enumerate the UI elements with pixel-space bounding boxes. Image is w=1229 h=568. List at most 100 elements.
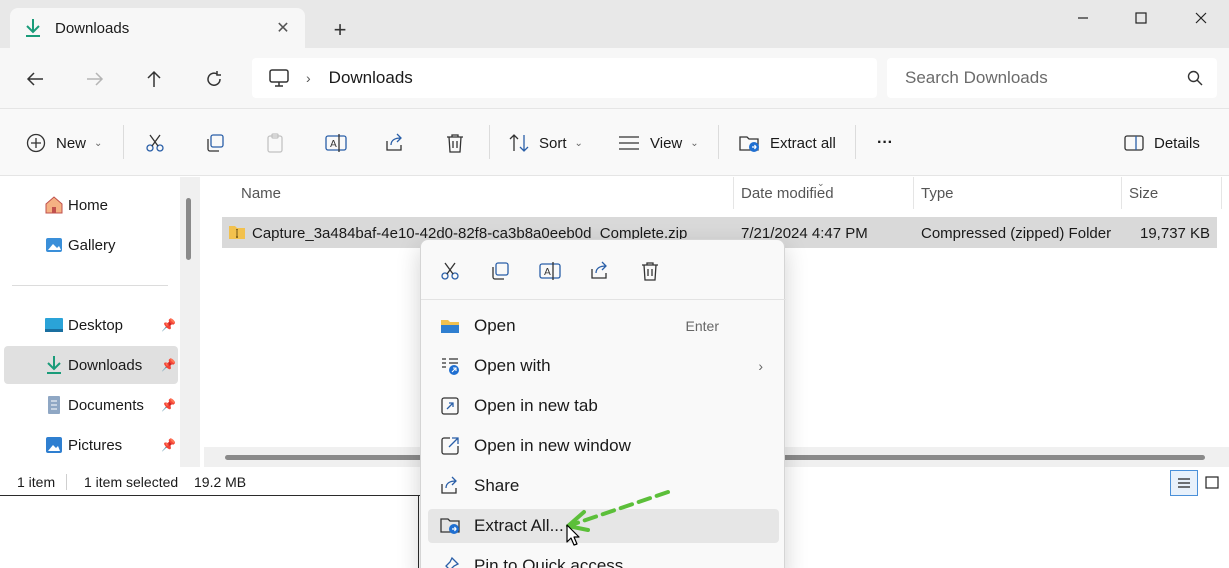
tiles-view-icon: [1205, 476, 1219, 489]
column-header-size[interactable]: Size: [1129, 185, 1158, 202]
ctx-share-button[interactable]: [589, 260, 611, 282]
menu-item-label: Open with: [474, 356, 551, 375]
share-button[interactable]: [385, 129, 405, 157]
sort-button[interactable]: Sort ⌄: [508, 129, 583, 157]
rename-button[interactable]: A: [325, 129, 347, 157]
menu-item-label: Open in new window: [474, 436, 631, 455]
pin-icon[interactable]: 📌: [161, 318, 176, 332]
ctx-copy-button[interactable]: [489, 260, 511, 282]
ctx-rename-button[interactable]: A: [539, 260, 561, 282]
rename-icon: A: [539, 262, 561, 280]
paste-button[interactable]: [265, 129, 285, 157]
chevron-right-icon[interactable]: ›: [306, 70, 311, 86]
back-button[interactable]: [20, 64, 50, 94]
ctx-delete-button[interactable]: [639, 260, 661, 282]
view-button[interactable]: View ⌄: [618, 129, 699, 157]
column-divider[interactable]: [913, 177, 914, 209]
menu-item-open[interactable]: Open Enter: [428, 309, 779, 343]
breadcrumb-downloads[interactable]: Downloads: [329, 68, 413, 88]
new-tab-button[interactable]: +: [328, 17, 352, 42]
tab-title: Downloads: [55, 19, 130, 37]
extract-icon: [440, 518, 460, 534]
share-icon: [591, 261, 607, 279]
tab-downloads[interactable]: Downloads ✕: [10, 8, 305, 48]
search-input[interactable]: Search Downloads: [887, 58, 1217, 98]
extract-all-button[interactable]: Extract all: [739, 129, 836, 157]
search-icon: [1187, 70, 1203, 86]
file-type: Compressed (zipped) Folder: [921, 225, 1112, 242]
pin-icon[interactable]: 📌: [161, 438, 176, 452]
column-divider[interactable]: [1121, 177, 1122, 209]
sort-indicator-icon: ⌄: [817, 178, 825, 188]
menu-item-label: Open: [474, 316, 516, 335]
tiles-view-button[interactable]: [1198, 470, 1226, 496]
sidebar-scroll-thumb[interactable]: [186, 198, 191, 260]
sidebar-item-label: Downloads: [68, 356, 143, 374]
shortcut-hint: Enter: [685, 318, 719, 334]
close-window-button[interactable]: [1178, 4, 1224, 32]
sidebar-item-gallery[interactable]: Gallery: [4, 226, 178, 264]
new-button[interactable]: New ⌄: [26, 129, 102, 157]
maximize-button[interactable]: [1118, 4, 1164, 32]
open-with-icon: [442, 358, 459, 375]
refresh-icon: [207, 71, 221, 86]
chevron-down-icon: ⌄: [690, 137, 699, 149]
refresh-button[interactable]: [199, 64, 229, 94]
search-placeholder: Search Downloads: [905, 68, 1048, 87]
delete-button[interactable]: [445, 129, 465, 157]
chevron-down-icon: ⌄: [574, 137, 583, 149]
copy-button[interactable]: [205, 129, 225, 157]
sidebar-item-pictures[interactable]: Pictures 📌: [4, 426, 178, 464]
details-view-button[interactable]: [1170, 470, 1198, 496]
menu-item-open-new-tab[interactable]: Open in new tab: [428, 389, 779, 423]
menu-item-open-with[interactable]: Open with ›: [428, 349, 779, 383]
downloads-icon: [47, 356, 61, 374]
chevron-right-icon: ›: [758, 358, 763, 374]
sidebar-item-home[interactable]: Home: [4, 186, 178, 224]
ctx-cut-button[interactable]: [439, 260, 461, 282]
minimize-button[interactable]: [1060, 4, 1106, 32]
trash-icon: [447, 134, 463, 153]
column-header-type[interactable]: Type: [921, 185, 954, 202]
details-button[interactable]: Details: [1124, 129, 1200, 157]
menu-item-pin-quick-access[interactable]: Pin to Quick access: [428, 549, 779, 568]
svg-text:A: A: [330, 139, 337, 150]
toolbar-separator: [718, 125, 719, 159]
window-edge: [418, 495, 419, 568]
new-tab-icon: [441, 397, 459, 415]
scissors-icon: [441, 262, 459, 280]
menu-item-label: Open in new tab: [474, 396, 598, 415]
sidebar-item-downloads[interactable]: Downloads 📌: [4, 346, 178, 384]
pictures-icon: [46, 437, 62, 453]
column-header-name[interactable]: Name: [241, 185, 281, 202]
documents-icon: [48, 396, 60, 414]
share-icon: [441, 476, 457, 494]
desktop-icon: [45, 318, 63, 332]
toolbar-separator: [123, 125, 124, 159]
address-bar-row: › Downloads Search Downloads: [0, 48, 1229, 108]
arrow-up-icon: [147, 70, 161, 87]
new-window-icon: [441, 437, 459, 455]
zip-folder-icon: [229, 226, 245, 239]
close-tab-icon[interactable]: ✕: [273, 18, 293, 38]
sidebar-item-label: Home: [68, 196, 109, 214]
sidebar-item-desktop[interactable]: Desktop 📌: [4, 306, 178, 344]
context-menu-quick-actions: A: [421, 240, 786, 300]
column-divider[interactable]: [1221, 177, 1222, 209]
cut-button[interactable]: [145, 129, 165, 157]
forward-button[interactable]: [80, 64, 110, 94]
menu-item-open-new-window[interactable]: Open in new window: [428, 429, 779, 463]
more-options-button[interactable]: ···: [877, 129, 893, 157]
home-icon: [45, 196, 63, 214]
sidebar-item-label: Desktop: [68, 316, 124, 334]
share-icon: [386, 133, 402, 151]
column-divider[interactable]: [733, 177, 734, 209]
menu-item-label: Pin to Quick access: [474, 556, 624, 568]
sidebar-item-documents[interactable]: Documents 📌: [4, 386, 178, 424]
pin-icon[interactable]: 📌: [161, 358, 176, 372]
up-button[interactable]: [139, 64, 169, 94]
pin-icon[interactable]: 📌: [161, 398, 176, 412]
view-list-icon: [619, 136, 639, 150]
breadcrumb[interactable]: › Downloads: [252, 58, 877, 98]
item-count: 1 item: [17, 474, 56, 490]
